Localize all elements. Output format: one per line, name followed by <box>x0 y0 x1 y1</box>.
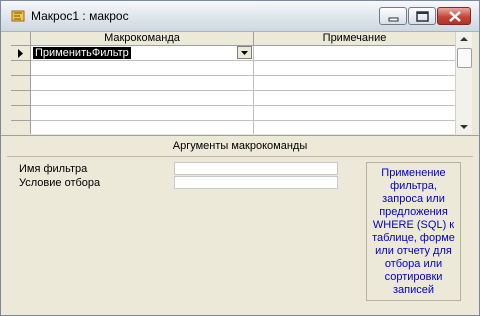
minimize-icon <box>388 17 399 22</box>
row-selector[interactable] <box>11 61 31 76</box>
arguments-header: Аргументы макрокоманды <box>172 140 308 152</box>
close-button[interactable] <box>437 7 471 25</box>
maximize-button[interactable] <box>408 7 436 25</box>
column-header-action[interactable]: Макрокоманда <box>31 32 254 46</box>
maximize-icon <box>416 11 429 22</box>
action-dropdown-button[interactable] <box>237 46 252 59</box>
arrow-down-icon <box>460 125 468 129</box>
chevron-down-icon <box>241 51 248 55</box>
minimize-button[interactable] <box>379 7 407 25</box>
row-selector[interactable] <box>11 121 31 134</box>
row-selector[interactable] <box>11 46 31 61</box>
action-cell[interactable] <box>31 61 254 76</box>
close-icon <box>449 11 461 22</box>
title-bar[interactable]: Макрос1 : макрос <box>1 1 479 32</box>
action-cell[interactable] <box>31 76 254 91</box>
where-condition-field[interactable] <box>174 176 338 189</box>
macro-grid: Макрокоманда Примечание ПрименитьФильтр <box>11 32 455 134</box>
help-text-box: Применение фильтра, запроса или предложе… <box>366 162 461 301</box>
current-row-arrow-icon <box>18 49 23 58</box>
window-title: Макрос1 : макрос <box>31 9 129 23</box>
filter-name-label: Имя фильтра <box>19 163 88 175</box>
vertical-scrollbar[interactable] <box>455 32 472 134</box>
note-cell[interactable] <box>254 91 455 106</box>
row-selector[interactable] <box>11 91 31 106</box>
action-cell[interactable] <box>31 91 254 106</box>
note-cell[interactable] <box>254 121 455 134</box>
arguments-separator <box>7 156 473 157</box>
where-condition-label: Условие отбора <box>19 177 101 189</box>
note-cell[interactable] <box>254 76 455 91</box>
scroll-thumb[interactable] <box>457 48 472 68</box>
action-cell[interactable] <box>31 121 254 134</box>
row-selector[interactable] <box>11 76 31 91</box>
note-cell[interactable] <box>254 106 455 121</box>
note-cell[interactable] <box>254 46 455 61</box>
action-combo-value[interactable]: ПрименитьФильтр <box>33 47 131 59</box>
pane-divider[interactable] <box>1 135 479 136</box>
arrow-up-icon <box>460 37 468 41</box>
row-selector[interactable] <box>11 106 31 121</box>
note-cell[interactable] <box>254 61 455 76</box>
filter-name-field[interactable] <box>174 162 338 175</box>
scroll-up-button[interactable] <box>456 32 472 46</box>
column-header-note[interactable]: Примечание <box>254 32 455 46</box>
action-cell[interactable]: ПрименитьФильтр <box>31 46 254 61</box>
scroll-down-button[interactable] <box>456 120 472 134</box>
row-selector-header <box>11 32 31 46</box>
action-cell[interactable] <box>31 106 254 121</box>
macro-icon <box>11 10 25 22</box>
macro-window: Макрос1 : макрос Макрокоманда Примечание <box>0 0 480 316</box>
